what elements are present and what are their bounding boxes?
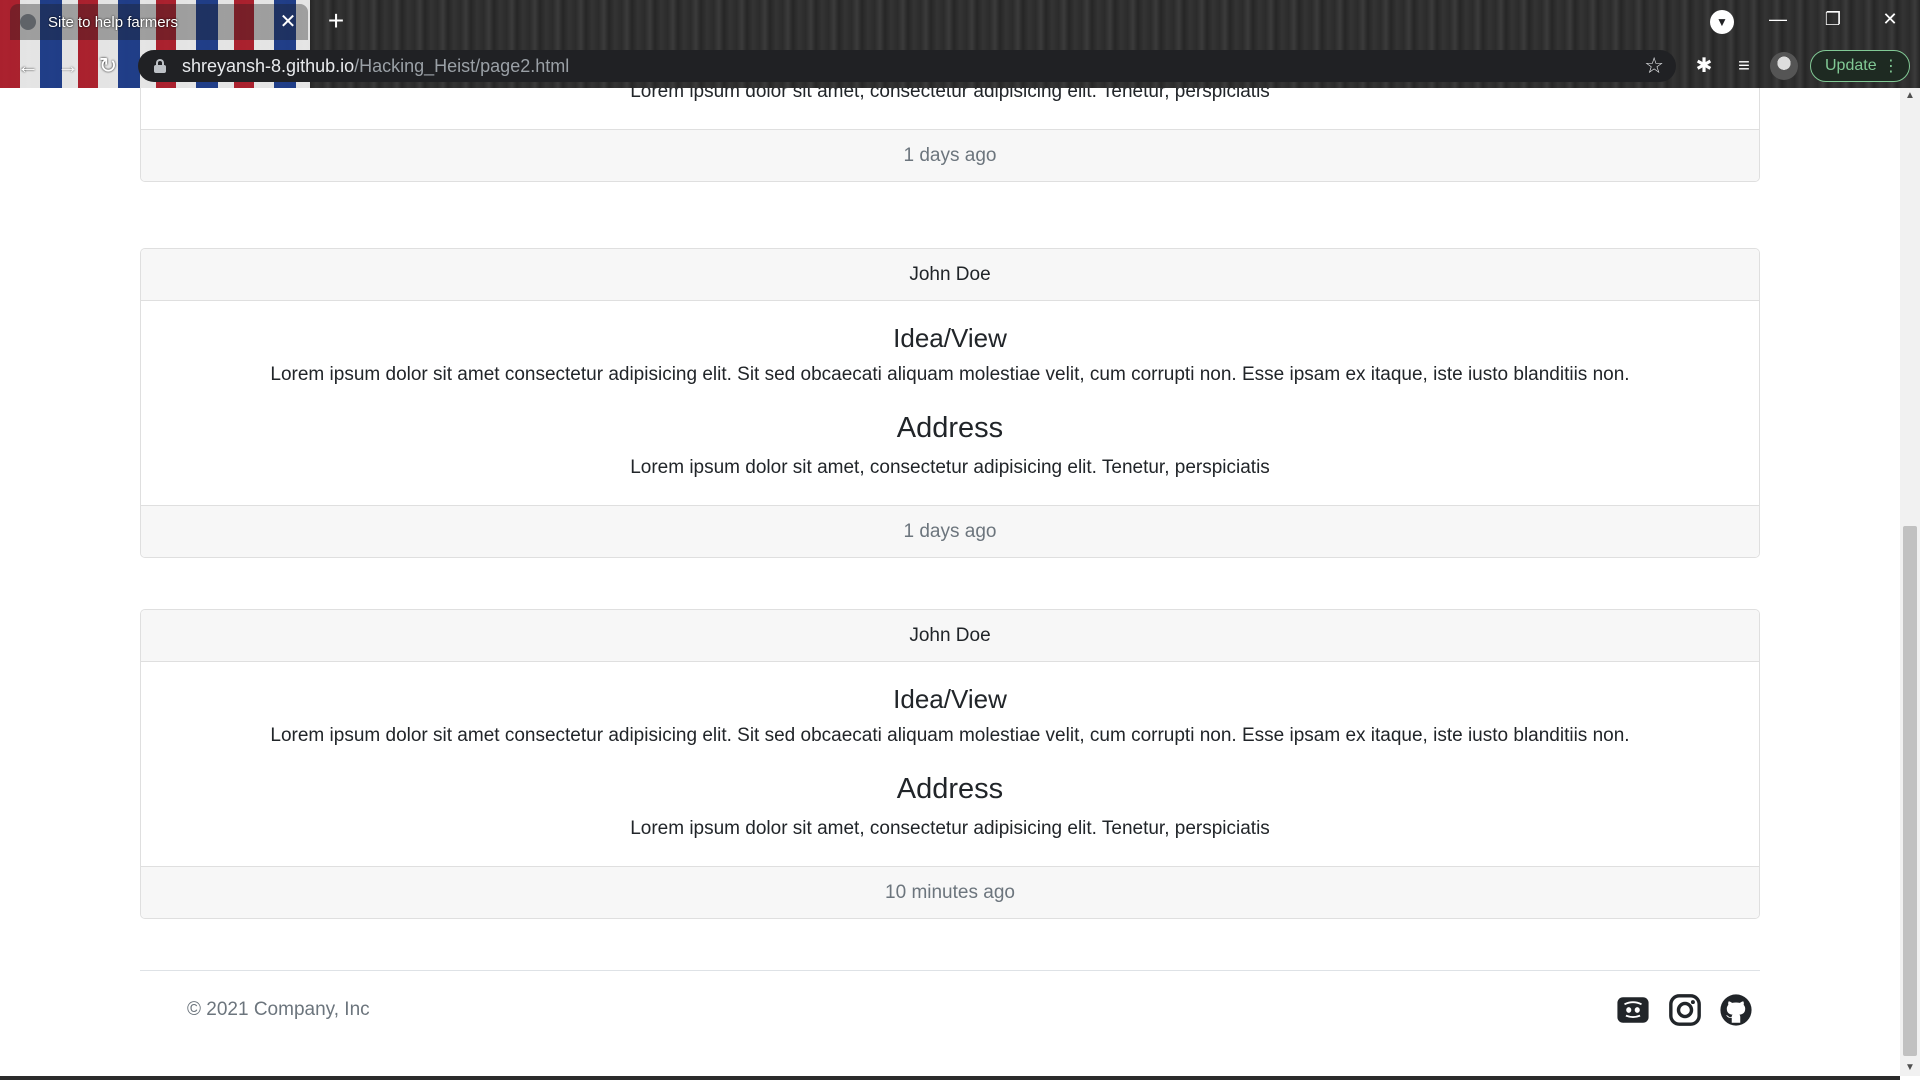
address-text: Lorem ipsum dolor sit amet, consectetur … [630, 818, 1270, 839]
post-card: Lorem ipsum dolor sit amet, consectetur … [140, 88, 1760, 182]
restore-icon[interactable]: ❐ [1813, 4, 1853, 34]
post-card: John Doe Idea/View Lorem ipsum dolor sit… [140, 609, 1760, 919]
tab-search-icon[interactable]: ▼ [1710, 10, 1734, 34]
copyright-text: © 2021 Company, Inc [187, 999, 370, 1020]
url-path: /Hacking_Heist/page2.html [354, 55, 570, 76]
lock-icon[interactable] [154, 59, 166, 73]
post-author: John Doe [141, 249, 1759, 301]
scroll-down-arrow-icon[interactable]: ▼ [1900, 1060, 1920, 1076]
instagram-icon[interactable] [1668, 993, 1702, 1027]
idea-title: Idea/View [893, 323, 1007, 353]
browser-tab[interactable]: Site to help farmers ✕ [10, 4, 308, 40]
update-label: Update [1825, 57, 1877, 74]
tab-title: Site to help farmers [48, 13, 179, 31]
github-icon[interactable] [1719, 993, 1753, 1027]
address-title: Address [896, 412, 1004, 444]
close-window-icon[interactable]: ✕ [1870, 4, 1910, 34]
address-text: Lorem ipsum dolor sit amet, consectetur … [630, 88, 1270, 102]
page-footer: © 2021 Company, Inc [140, 970, 1760, 1074]
idea-text: Lorem ipsum dolor sit amet consectetur a… [270, 364, 1630, 385]
scroll-up-arrow-icon[interactable]: ▲ [1900, 88, 1920, 104]
idea-title: Idea/View [893, 684, 1007, 714]
back-icon[interactable]: ← [14, 52, 42, 80]
post-time: 1 days ago [141, 505, 1759, 557]
taskbar-edge [0, 1076, 1900, 1080]
reading-list-icon[interactable]: ≡ [1730, 52, 1758, 80]
close-tab-icon[interactable]: ✕ [278, 12, 298, 32]
page-scrollbar[interactable]: ▲ ▼ [1900, 88, 1920, 1076]
reload-icon[interactable]: ↻ [94, 52, 122, 80]
globe-icon [20, 14, 36, 30]
post-time: 1 days ago [141, 129, 1759, 181]
update-button[interactable]: Update ⋮ [1810, 50, 1910, 82]
forward-icon[interactable]: → [54, 52, 82, 80]
bookmark-star-icon[interactable]: ☆ [1644, 53, 1664, 79]
page-viewport: Lorem ipsum dolor sit amet, consectetur … [0, 88, 1900, 1076]
address-bar[interactable]: shreyansh-8.github.io/Hacking_Heist/page… [138, 50, 1676, 82]
profile-avatar[interactable] [1770, 52, 1798, 80]
extensions-puzzle-icon[interactable]: ✱ [1690, 52, 1718, 80]
address-title: Address [896, 773, 1004, 805]
discord-icon[interactable] [1616, 993, 1650, 1027]
post-time: 10 minutes ago [141, 866, 1759, 918]
address-text: Lorem ipsum dolor sit amet, consectetur … [630, 457, 1270, 478]
url-host: shreyansh-8.github.io [182, 55, 355, 76]
minimize-icon[interactable]: — [1758, 4, 1798, 34]
post-author: John Doe [141, 610, 1759, 662]
menu-dots-icon[interactable]: ⋮ [1883, 56, 1899, 76]
new-tab-button[interactable]: + [322, 7, 350, 36]
idea-text: Lorem ipsum dolor sit amet consectetur a… [270, 725, 1630, 746]
post-card: John Doe Idea/View Lorem ipsum dolor sit… [140, 248, 1760, 558]
scroll-thumb[interactable] [1903, 526, 1917, 1056]
